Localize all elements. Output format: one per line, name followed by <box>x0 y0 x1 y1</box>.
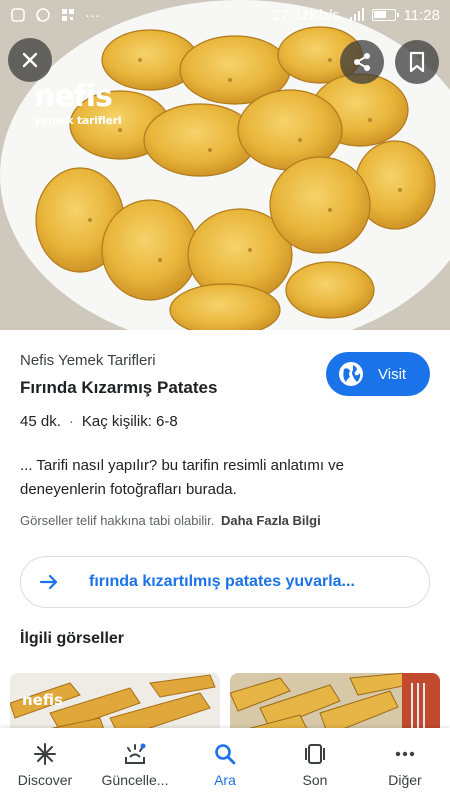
meta-separator: · <box>68 413 74 430</box>
globe-icon <box>339 362 363 386</box>
arrow-right-icon <box>39 574 58 590</box>
share-button[interactable] <box>340 40 384 84</box>
bottom-navigation: Discover Güncelle... Ara Son Diğer <box>0 728 450 800</box>
nav-more[interactable]: Diğer <box>360 728 450 800</box>
nav-recent-label: Son <box>302 772 328 788</box>
battery-icon <box>371 9 399 21</box>
nav-discover-label: Discover <box>17 772 73 788</box>
watermark-sub: yemek tarifleri <box>34 114 122 127</box>
share-icon <box>354 53 370 71</box>
nav-recent[interactable]: Son <box>270 728 360 800</box>
updates-icon <box>125 743 146 764</box>
save-button[interactable] <box>395 40 439 84</box>
asterisk-icon <box>34 743 56 765</box>
watermark-brand: nefis <box>34 79 113 114</box>
nav-more-label: Diğer <box>388 772 422 788</box>
more-icon <box>395 751 415 757</box>
tabs-icon <box>305 744 325 764</box>
search-icon <box>215 744 236 765</box>
result-image[interactable]: nefis yemek tarifleri <box>0 0 450 330</box>
nav-updates-label: Güncelle... <box>101 772 169 788</box>
clock: 11:28 <box>403 6 440 24</box>
page-title[interactable]: Fırında Kızarmış Patates <box>20 378 217 398</box>
related-search-chip[interactable]: fırında kızartılmış patates yuvarla... <box>20 556 430 608</box>
recipe-meta: 45 dk. · Kaç kişilik: 6-8 <box>20 413 178 430</box>
status-bar: ··· 27,31Kb/s 11:28 <box>0 0 450 30</box>
close-button[interactable] <box>8 38 52 82</box>
duration: 45 dk. <box>20 413 61 430</box>
whatsapp-icon <box>36 8 50 22</box>
nav-search[interactable]: Ara <box>180 728 270 800</box>
source-name[interactable]: Nefis Yemek Tarifleri <box>20 352 156 369</box>
thumb-watermark: nefis <box>22 691 63 709</box>
related-search-text: fırında kızartılmış patates yuvarla... <box>89 573 355 590</box>
network-speed: 27,31Kb/s <box>272 6 340 24</box>
related-images-heading: İlgili görseller <box>20 630 125 647</box>
visit-label: Visit <box>378 365 407 383</box>
servings: Kaç kişilik: 6-8 <box>81 413 178 430</box>
visit-button[interactable]: Visit <box>326 352 430 396</box>
copyright-notice: Görseller telif hakkına tabi olabilir. D… <box>20 513 321 528</box>
brand-watermark: nefis yemek tarifleri <box>34 79 122 128</box>
potato-photo <box>0 0 450 330</box>
bookmark-icon <box>409 51 425 73</box>
nav-updates[interactable]: Güncelle... <box>90 728 180 800</box>
status-dots: ··· <box>85 6 100 24</box>
copyright-text: Görseller telif hakkına tabi olabilir. <box>20 513 215 528</box>
qr-icon <box>62 9 74 21</box>
signal-icon <box>349 8 364 21</box>
nav-search-label: Ara <box>214 772 236 788</box>
notification-icon <box>11 8 25 22</box>
nav-discover[interactable]: Discover <box>0 728 90 800</box>
description: ... Tarifi nasıl yapılır? bu tarifin res… <box>20 457 345 498</box>
more-info-link[interactable]: Daha Fazla Bilgi <box>221 513 321 528</box>
close-icon <box>22 52 38 68</box>
